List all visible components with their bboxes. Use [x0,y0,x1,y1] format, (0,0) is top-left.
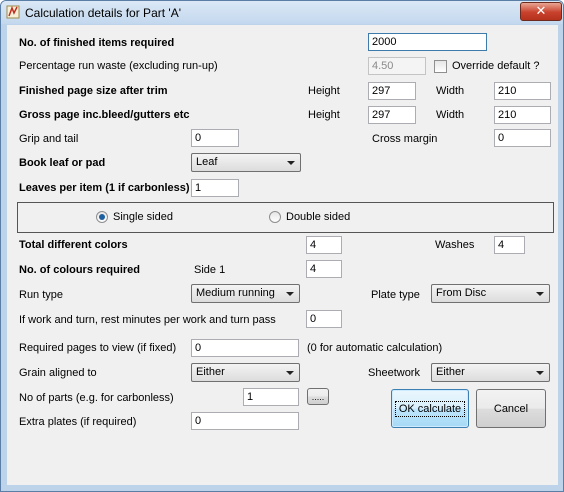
book-leaf-dropdown[interactable]: Leaf [191,153,301,172]
gross-width-input[interactable]: 210 [494,106,551,124]
single-sided-radio[interactable] [96,211,108,223]
chevron-down-icon [536,371,544,375]
plate-type-selected: From Disc [436,287,487,299]
gross-height-input[interactable]: 297 [368,106,416,124]
ok-calculate-label: OK calculate [394,400,466,417]
run-waste-label: Percentage run waste (excluding run-up) [19,60,218,72]
gross-size-label: Gross page inc.bleed/gutters etc [19,109,190,121]
single-sided-label: Single sided [113,211,173,223]
finished-items-input[interactable]: 2000 [368,33,487,51]
radio-selected-dot [99,214,105,220]
cross-margin-input[interactable]: 0 [494,129,551,147]
app-logo-icon [6,5,20,19]
chevron-down-icon [536,292,544,296]
override-default-checkbox[interactable] [434,60,447,73]
grip-tail-input[interactable]: 0 [191,129,239,147]
pages-to-view-note: (0 for automatic calculation) [307,342,443,354]
book-leaf-label: Book leaf or pad [19,157,106,169]
run-type-selected: Medium running [196,287,275,299]
double-sided-label: Double sided [286,211,351,223]
finished-size-label: Finished page size after trim [19,85,168,97]
title-bar[interactable]: Calculation details for Part 'A' ✕ [1,1,563,24]
ok-calculate-button[interactable]: OK calculate [391,389,469,428]
finished-width-label: Width [436,85,465,97]
sheetwork-dropdown[interactable]: Either [431,363,550,382]
extra-plates-input[interactable]: 0 [191,412,299,430]
plate-type-label: Plate type [371,289,420,301]
dialog-body: No. of finished items required 2000 Perc… [7,25,558,485]
extra-plates-label: Extra plates (if required) [19,416,137,428]
washes-label: Washes [435,239,475,251]
work-turn-input[interactable]: 0 [306,310,342,328]
finished-height-label: Height [308,85,340,97]
washes-input[interactable]: 4 [494,236,525,254]
run-type-dropdown[interactable]: Medium running [191,284,300,303]
parts-browse-label: ..... [311,391,325,402]
grip-tail-label: Grip and tail [19,133,79,145]
book-leaf-selected: Leaf [196,156,218,168]
parts-label: No of parts (e.g. for carbonless) [19,392,174,404]
pages-to-view-label: Required pages to view (if fixed) [19,342,177,354]
grain-label: Grain aligned to [19,367,97,379]
finished-width-input[interactable]: 210 [494,82,551,100]
cancel-button[interactable]: Cancel [476,389,546,428]
double-sided-radio[interactable] [269,211,281,223]
leaves-per-item-label: Leaves per item (1 if carbonless) [19,182,190,194]
chevron-down-icon [286,371,294,375]
total-colors-input[interactable]: 4 [306,236,342,254]
cancel-label: Cancel [493,402,529,415]
plate-type-dropdown[interactable]: From Disc [431,284,550,303]
total-colors-label: Total different colors [19,239,128,251]
leaves-per-item-input[interactable]: 1 [191,179,239,197]
parts-input[interactable]: 1 [243,388,299,406]
finished-items-label: No. of finished items required [19,37,175,49]
work-turn-label: If work and turn, rest minutes per work … [19,314,276,326]
override-default-label: Override default ? [452,60,540,72]
colours-required-label: No. of colours required [19,264,141,276]
grain-selected: Either [196,366,225,378]
chevron-down-icon [286,292,294,296]
grain-dropdown[interactable]: Either [191,363,300,382]
cross-margin-label: Cross margin [372,133,438,145]
gross-height-label: Height [308,109,340,121]
window-title: Calculation details for Part 'A' [25,6,181,20]
sheetwork-selected: Either [436,366,465,378]
parts-browse-button[interactable]: ..... [307,388,329,405]
pages-to-view-input[interactable]: 0 [191,339,299,357]
gross-width-label: Width [436,109,465,121]
sides-group: Single sided Double sided [17,202,554,233]
run-waste-input[interactable]: 4.50 [368,57,426,75]
run-type-label: Run type [19,289,64,301]
close-icon: ✕ [535,4,547,19]
sheetwork-label: Sheetwork [368,367,420,379]
close-button[interactable]: ✕ [520,2,562,21]
colours-required-input[interactable]: 4 [306,260,342,278]
side1-label: Side 1 [194,264,226,276]
chevron-down-icon [287,161,295,165]
finished-height-input[interactable]: 297 [368,82,416,100]
dialog-window: Calculation details for Part 'A' ✕ No. o… [0,0,564,492]
